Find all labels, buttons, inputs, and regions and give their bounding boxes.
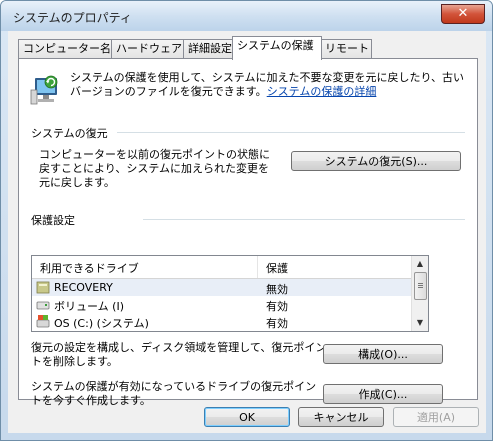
- scrollbar-thumb[interactable]: [414, 272, 427, 300]
- close-button[interactable]: ✕: [441, 4, 485, 24]
- system-protection-panel: システムの保護を使用して、システムに加えた不要な変更を元に戻したり、古いバージョ…: [18, 58, 478, 407]
- drive-icon: [36, 281, 50, 294]
- grip-line: [418, 287, 423, 288]
- drive-name: RECOVERY: [54, 281, 113, 294]
- tab-hardware[interactable]: ハードウェア: [111, 39, 184, 59]
- intro-text-block: システムの保護を使用して、システムに加えた不要な変更を元に戻したり、古いバージョ…: [70, 71, 465, 99]
- drive-name: ボリューム (I): [54, 300, 124, 313]
- apply-button: 適用(A): [393, 407, 479, 427]
- column-available-drives[interactable]: 利用できるドライブ: [40, 260, 139, 276]
- drive-list[interactable]: 利用できるドライブ 保護 RECOVERY 無効 ボリューム (I) 有効 OS…: [31, 255, 429, 332]
- column-separator[interactable]: [257, 256, 258, 278]
- drive-protection-status: 有効: [266, 317, 288, 330]
- system-restore-description: コンピューターを以前の復元ポイントの状態に戻すことにより、システムに加えられた変…: [39, 148, 270, 189]
- dialog-client-area: コンピューター名 ハードウェア 詳細設定 システムの保護 リモート システムの保…: [8, 31, 486, 433]
- scroll-up-arrow-icon[interactable]: ▲: [412, 256, 428, 272]
- system-protection-details-link[interactable]: システムの保護の詳細: [267, 85, 377, 98]
- title-bar[interactable]: システムのプロパティ ✕: [1, 1, 492, 31]
- system-properties-window: システムのプロパティ ✕ コンピューター名 ハードウェア 詳細設定 システムの保…: [0, 0, 493, 441]
- system-restore-divider: [117, 132, 465, 133]
- system-restore-heading: システムの復元: [31, 127, 108, 140]
- protection-settings-divider: [143, 219, 465, 220]
- grip-line: [418, 285, 423, 286]
- system-protection-icon: [30, 75, 58, 105]
- create-button[interactable]: 作成(C)...: [323, 384, 443, 404]
- configure-description: 復元の設定を構成し、ディスク領域を管理して、復元ポイントを削除します。: [31, 341, 327, 368]
- drive-protection-status: 有効: [266, 300, 288, 313]
- removable-drive-icon: [36, 301, 50, 310]
- scroll-down-arrow-icon[interactable]: ▼: [412, 315, 428, 331]
- drive-row-recovery[interactable]: RECOVERY 無効: [32, 279, 412, 296]
- ok-button[interactable]: OK: [204, 407, 290, 427]
- drive-name: OS (C:) (システム): [54, 317, 149, 330]
- tab-computer-name[interactable]: コンピューター名: [18, 39, 112, 59]
- tab-remote[interactable]: リモート: [320, 39, 372, 59]
- grip-line: [418, 283, 423, 284]
- window-title: システムのプロパティ: [13, 11, 132, 25]
- cancel-button[interactable]: キャンセル: [298, 407, 384, 427]
- drive-list-header: 利用できるドライブ 保護: [32, 256, 412, 279]
- drive-list-scrollbar[interactable]: ▲ ▼: [411, 256, 428, 331]
- system-drive-icon: [36, 315, 50, 328]
- system-restore-button[interactable]: システムの復元(S)...: [291, 151, 461, 171]
- drive-row-os-c[interactable]: OS (C:) (システム) 有効: [32, 313, 412, 330]
- tab-system-protection[interactable]: システムの保護: [232, 36, 322, 60]
- drive-protection-status: 無効: [266, 283, 288, 296]
- configure-button[interactable]: 構成(O)...: [323, 344, 443, 364]
- drive-row-volume-i[interactable]: ボリューム (I) 有効: [32, 296, 412, 313]
- create-description: システムの保護が有効になっているドライブの復元ポイントを今すぐ作成します。: [31, 380, 317, 407]
- protection-settings-heading: 保護設定: [31, 214, 75, 227]
- column-protection[interactable]: 保護: [266, 260, 288, 276]
